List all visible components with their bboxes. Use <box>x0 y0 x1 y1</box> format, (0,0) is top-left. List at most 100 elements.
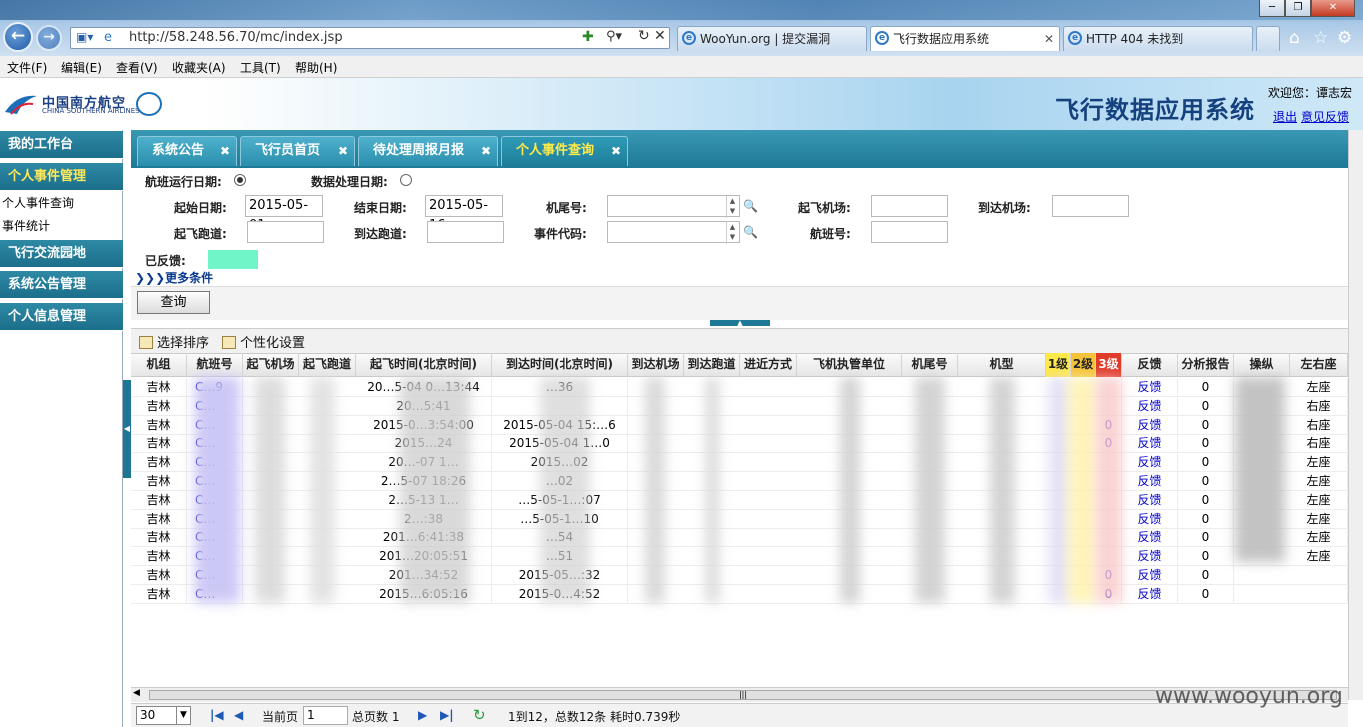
tab-404[interactable]: e HTTP 404 未找到 <box>1063 26 1253 51</box>
tail-field[interactable] <box>607 195 740 217</box>
column-header[interactable]: 2级 <box>1071 353 1096 377</box>
column-header[interactable]: 机组 <box>131 353 187 377</box>
feedback-select[interactable] <box>208 250 258 269</box>
data-date-radio[interactable] <box>400 174 412 186</box>
address-bar[interactable]: http://58.248.56.70/mc/index.jsp <box>70 27 670 49</box>
favorites-icon[interactable]: ☆ <box>1313 28 1328 48</box>
feedback-link[interactable]: 反馈 <box>1122 566 1178 585</box>
sidebar-item-flight-forum[interactable]: 飞行交流园地 <box>0 240 123 268</box>
tab-pilot-home[interactable]: 飞行员首页 ✖ <box>240 136 355 166</box>
event-code-spinner[interactable]: ▲ ▼ <box>726 222 738 244</box>
tail-search-icon[interactable]: 🔍 <box>743 199 758 213</box>
column-header[interactable]: 起飞机场 <box>243 353 299 377</box>
menu-favorites[interactable]: 收藏夹(A) <box>172 59 226 76</box>
feedback-link[interactable]: 意见反馈 <box>1301 108 1349 125</box>
close-window-button[interactable]: ✕ <box>1311 0 1355 17</box>
tab-reports[interactable]: 待处理周报月报 ✖ <box>358 136 498 166</box>
compat-icon[interactable]: ✚ <box>582 29 594 45</box>
close-icon[interactable]: ✖ <box>611 137 621 165</box>
minimize-button[interactable]: ─ <box>1259 0 1285 17</box>
new-tab-button[interactable] <box>1256 26 1280 51</box>
feedback-link[interactable]: 反馈 <box>1122 472 1178 491</box>
prev-page-icon[interactable]: ◀ <box>234 708 243 722</box>
last-page-icon[interactable]: ▶| <box>440 708 454 722</box>
close-icon[interactable]: ✖ <box>338 137 348 165</box>
column-header[interactable]: 到达时间(北京时间) <box>492 353 628 377</box>
close-icon[interactable]: ✖ <box>481 137 491 165</box>
tab-event-query[interactable]: 个人事件查询 ✖ <box>501 136 628 166</box>
first-page-icon[interactable]: |◀ <box>210 708 224 722</box>
tail-spinner[interactable]: ▲ ▼ <box>726 196 738 218</box>
menu-tools[interactable]: 工具(T) <box>240 59 281 76</box>
column-header[interactable]: 机尾号 <box>902 353 958 377</box>
column-header[interactable]: 反馈 <box>1122 353 1178 377</box>
tools-gear-icon[interactable]: ⚙ <box>1337 28 1352 48</box>
column-header[interactable]: 进近方式 <box>740 353 797 377</box>
feedback-link[interactable]: 反馈 <box>1122 396 1178 416</box>
arr-runway-field[interactable] <box>427 221 504 243</box>
feedback-link[interactable]: 反馈 <box>1122 415 1178 435</box>
panel-splitter[interactable]: ▲ <box>710 320 770 327</box>
menu-edit[interactable]: 编辑(E) <box>61 59 102 76</box>
restore-button[interactable]: ❐ <box>1285 0 1311 17</box>
column-header[interactable]: 分析报告 <box>1178 353 1234 377</box>
feedback-link[interactable]: 反馈 <box>1122 434 1178 454</box>
column-header[interactable]: 1级 <box>1046 353 1071 377</box>
refresh-icon[interactable]: ↻ <box>473 706 486 724</box>
current-page-input[interactable]: 1 <box>303 706 348 725</box>
vertical-scrollbar[interactable] <box>1348 130 1363 700</box>
feedback-link[interactable]: 反馈 <box>1122 584 1178 604</box>
menu-file[interactable]: 文件(F) <box>7 59 47 76</box>
dep-runway-field[interactable] <box>247 221 324 243</box>
column-header[interactable]: 3级 <box>1096 353 1122 377</box>
tab-wooyun[interactable]: e WooYun.org | 提交漏洞 <box>677 26 867 51</box>
tab-flight-system[interactable]: e 飞行数据应用系统 ✕ <box>870 26 1060 51</box>
column-header[interactable]: 起飞时间(北京时间) <box>356 353 492 377</box>
column-header[interactable]: 机型 <box>958 353 1046 377</box>
column-header[interactable]: 到达跑道 <box>684 353 740 377</box>
feedback-link[interactable]: 反馈 <box>1122 453 1178 473</box>
scroll-left-icon[interactable]: ◀ <box>133 688 140 698</box>
sidebar-workbench[interactable]: 我的工作台 <box>0 131 123 159</box>
feedback-link[interactable]: 反馈 <box>1122 528 1178 548</box>
back-button[interactable]: ← <box>3 22 33 52</box>
arr-airport-field[interactable] <box>1052 195 1129 217</box>
menu-view[interactable]: 查看(V) <box>116 59 158 76</box>
close-icon[interactable]: ✖ <box>220 137 230 165</box>
end-date-field[interactable]: 2015-05-16 <box>425 195 503 233</box>
feedback-link[interactable]: 反馈 <box>1122 547 1178 567</box>
sort-button[interactable]: 选择排序 <box>139 332 209 351</box>
column-header[interactable]: 起飞跑道 <box>299 353 356 377</box>
stop-icon[interactable]: ✕ <box>654 28 666 44</box>
next-page-icon[interactable]: ▶ <box>418 708 427 722</box>
more-conditions-link[interactable]: ❯❯❯更多条件 <box>135 269 213 286</box>
start-date-field[interactable]: 2015-05-01 <box>245 195 323 233</box>
refresh-icon[interactable]: ↻ <box>638 28 650 44</box>
column-header[interactable]: 飞机执管单位 <box>797 353 902 377</box>
event-code-search-icon[interactable]: 🔍 <box>743 225 758 239</box>
personalize-button[interactable]: 个性化设置 <box>222 332 305 351</box>
column-header[interactable]: 左右座 <box>1290 353 1348 377</box>
feedback-link[interactable]: 反馈 <box>1122 378 1178 397</box>
forward-button[interactable]: → <box>36 25 62 51</box>
flight-no-field[interactable] <box>871 221 948 243</box>
column-header[interactable]: 操纵 <box>1234 353 1290 377</box>
tab-announcements[interactable]: 系统公告 ✖ <box>137 136 237 166</box>
sidebar-item-personal-events[interactable]: 个人事件管理 <box>0 163 123 191</box>
sidebar-item-event-stats[interactable]: 事件统计 <box>2 217 50 234</box>
page-size-select[interactable]: 30 ▼ <box>136 706 191 725</box>
sidebar-item-personal-info[interactable]: 个人信息管理 <box>0 303 123 331</box>
dep-airport-field[interactable] <box>871 195 948 217</box>
menu-help[interactable]: 帮助(H) <box>295 59 337 76</box>
sidebar-item-announcements[interactable]: 系统公告管理 <box>0 271 123 299</box>
column-header[interactable]: 到达机场 <box>628 353 684 377</box>
sidebar-item-event-query[interactable]: 个人事件查询 <box>2 194 74 211</box>
feedback-link[interactable]: 反馈 <box>1122 509 1178 529</box>
close-tab-icon[interactable]: ✕ <box>1044 27 1054 51</box>
query-button[interactable]: 查询 <box>137 291 210 314</box>
logout-link[interactable]: 退出 <box>1273 108 1297 125</box>
home-icon[interactable]: ⌂ <box>1289 28 1300 48</box>
column-header[interactable]: 航班号 <box>187 353 243 377</box>
event-code-field[interactable] <box>607 221 740 243</box>
search-icon[interactable]: ⚲▾ <box>606 29 622 44</box>
